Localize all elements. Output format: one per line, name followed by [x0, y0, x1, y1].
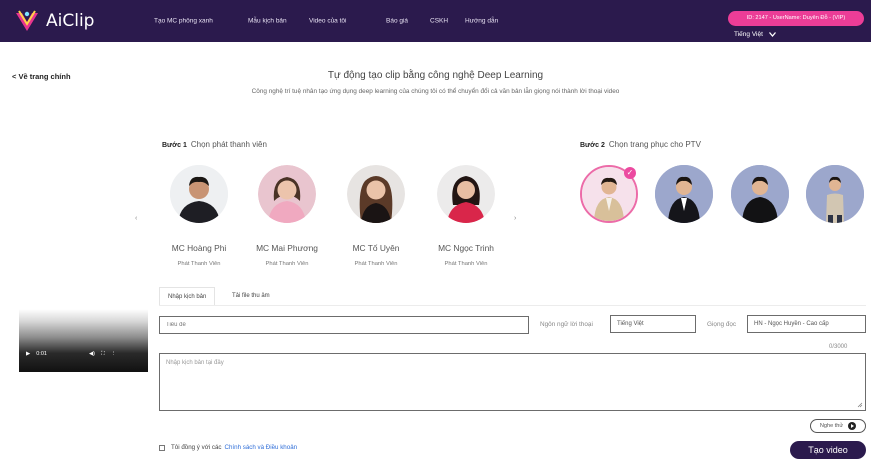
presenter-name: MC Hoàng Phi: [171, 243, 227, 253]
top-navbar: AiClip Tạo MC phông xanh Mẫu kịch bản Vi…: [0, 0, 871, 42]
terms-checkbox[interactable]: [159, 444, 165, 451]
terms-text: Tôi đồng ý với các: [171, 444, 222, 451]
page-subtitle: Công nghệ trí tuệ nhân tạo ứng dụng deep…: [251, 88, 620, 95]
carousel-prev-arrow[interactable]: ‹: [135, 215, 137, 222]
outfit-option-black-casual[interactable]: [731, 165, 789, 223]
presenter-name: MC Tố Uyên: [352, 243, 400, 253]
fullscreen-icon[interactable]: ⛶: [101, 351, 105, 358]
voice-field-label: Giọng đọc: [707, 321, 737, 328]
step2-label: Chọn trang phục cho PTV: [608, 140, 701, 149]
voice-select[interactable]: HN - Ngọc Huyền - Cao cấp: [747, 315, 866, 333]
aiclip-logo-icon: [16, 10, 38, 31]
nav-my-videos[interactable]: Video của tôi: [309, 18, 346, 25]
speech-language-select[interactable]: Tiếng Việt: [610, 315, 696, 333]
terms-agreement: Tôi đồng ý với các Chính sách và Điều kh…: [159, 444, 297, 451]
outfit-light-jacket-icon: [806, 165, 864, 223]
presenter-male-icon: [170, 165, 228, 223]
step1-number: Bước 1: [162, 142, 187, 149]
presenter-role: Phát Thanh Viên: [444, 261, 488, 267]
play-icon: [848, 422, 857, 430]
presenter-female-icon: [437, 165, 495, 223]
language-label: Tiếng Việt: [734, 31, 763, 38]
brand-logo[interactable]: AiClip: [14, 9, 94, 33]
video-controls: ▶ 0:01 ◀) ⛶ ⋮: [19, 347, 148, 361]
nav-customer-care[interactable]: CSKH: [430, 18, 448, 25]
play-icon[interactable]: ▶: [26, 351, 30, 357]
presenter-role: Phát Thanh Viên: [265, 261, 309, 267]
presenter-avatar-mai-phuong[interactable]: [258, 165, 316, 223]
tab-divider: [159, 305, 866, 306]
video-preview[interactable]: ▶ 0:01 ◀) ⛶ ⋮: [19, 309, 148, 372]
presenter-female-icon: [258, 165, 316, 223]
presenter-avatar-hoang-phi[interactable]: [170, 165, 228, 223]
nav-guide[interactable]: Hướng dẫn: [465, 18, 498, 25]
presenter-female-icon: [347, 165, 405, 223]
outfit-black-casual-icon: [731, 165, 789, 223]
resize-grip-icon[interactable]: [857, 402, 863, 408]
presenter-role: Phát Thanh Viên: [354, 261, 398, 267]
presenter-avatar-ngoc-trinh[interactable]: [437, 165, 495, 223]
step2-heading: Bước 2 Chọn trang phục cho PTV: [580, 140, 701, 149]
presenter-name: MC Mai Phương: [256, 243, 318, 253]
carousel-next-arrow[interactable]: ›: [514, 215, 516, 222]
brand-name: AiClip: [46, 11, 95, 31]
tab-upload-recording[interactable]: Tải file thu âm: [224, 287, 278, 306]
chevron-down-icon: [768, 32, 776, 37]
step1-heading: Bước 1 Chọn phát thanh viên: [162, 140, 267, 149]
outfit-black-suit-icon: [655, 165, 713, 223]
script-placeholder: Nhập kịch bản tại đây: [166, 360, 224, 366]
step1-label: Chọn phát thanh viên: [190, 140, 267, 149]
tab-enter-script[interactable]: Nhập kịch bản: [159, 287, 216, 306]
volume-icon[interactable]: ◀): [89, 351, 95, 357]
script-textarea[interactable]: Nhập kịch bản tại đây: [159, 353, 866, 411]
nav-green-screen-mc[interactable]: Tạo MC phông xanh: [154, 18, 213, 25]
terms-link[interactable]: Chính sách và Điều khoản: [225, 444, 298, 451]
step2-number: Bước 2: [580, 142, 605, 149]
listen-button[interactable]: Nghe thử: [810, 419, 866, 433]
video-time: 0:01: [36, 351, 47, 357]
nav-script-templates[interactable]: Mẫu kịch bản: [248, 18, 287, 25]
nav-pricing[interactable]: Báo giá: [386, 18, 408, 25]
language-field-label: Ngôn ngữ lời thoại: [540, 321, 593, 328]
outfit-option-light-jacket[interactable]: [806, 165, 864, 223]
selected-check-icon: ✓: [624, 167, 636, 179]
language-selector[interactable]: Tiếng Việt: [734, 31, 776, 38]
presenter-avatar-to-uyen[interactable]: [347, 165, 405, 223]
character-counter: 0/3000: [829, 344, 848, 350]
page-title: Tự động tạo clip bằng công nghệ Deep Lea…: [327, 70, 544, 81]
user-account-badge[interactable]: ID: 2147 - UserName: Duyên Đỗ - (VIP): [728, 11, 864, 26]
outfit-option-black-suit[interactable]: [655, 165, 713, 223]
title-input[interactable]: [159, 316, 529, 334]
listen-button-label: Nghe thử: [819, 423, 844, 429]
presenter-role: Phát Thanh Viên: [177, 261, 221, 267]
create-video-button[interactable]: Tạo video: [790, 441, 866, 459]
presenter-name: MC Ngọc Trinh: [438, 243, 494, 253]
more-options-icon[interactable]: ⋮: [111, 351, 117, 357]
